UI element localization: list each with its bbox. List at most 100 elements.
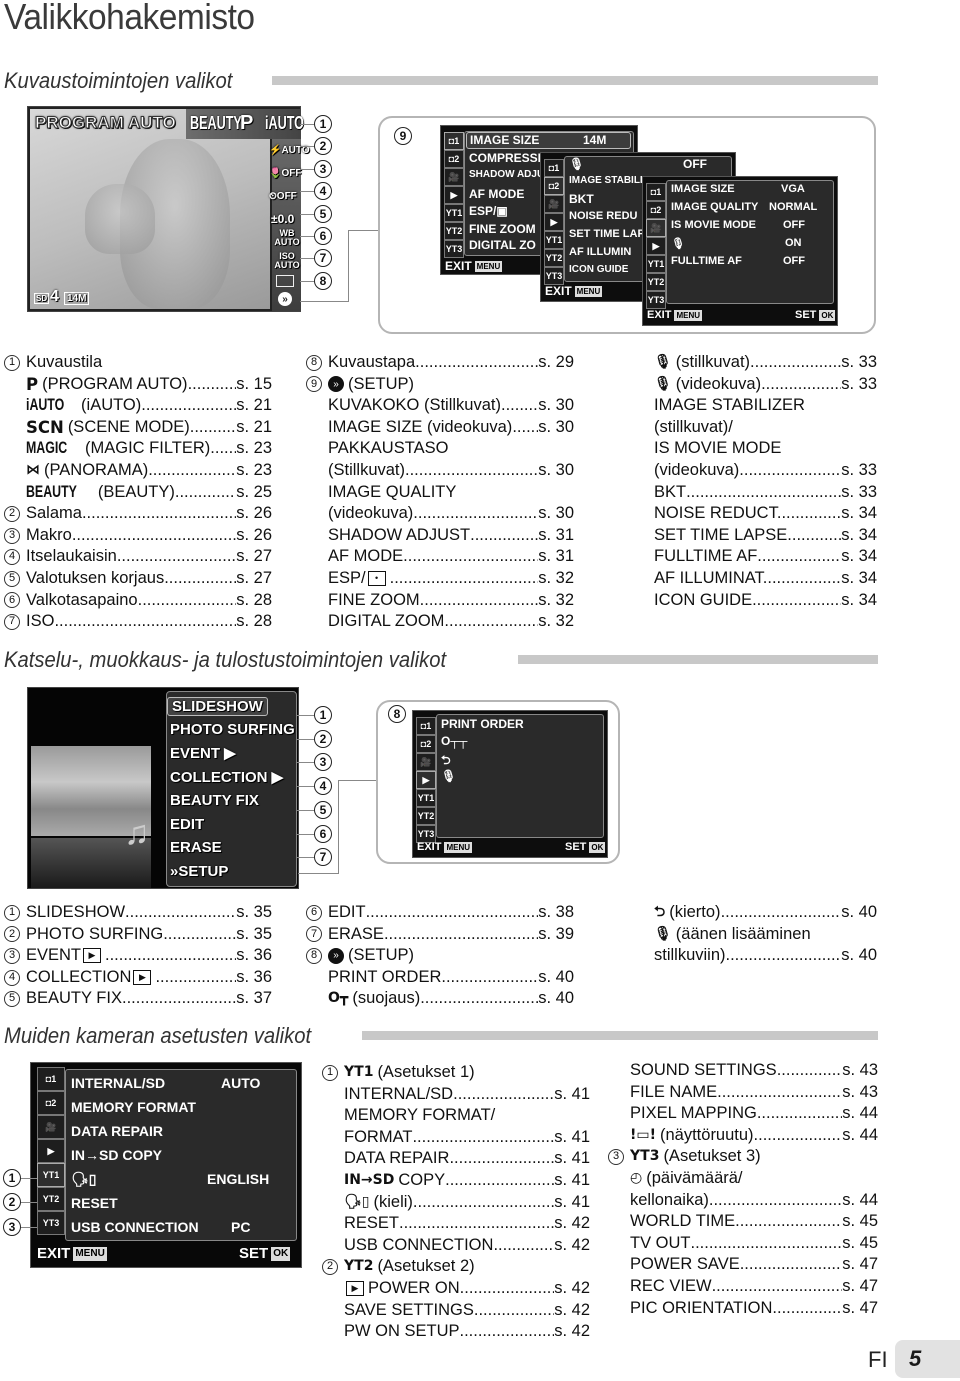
tab-settings-2[interactable]: YT2 [444,222,464,240]
page-reference[interactable]: s. 21 [236,395,272,417]
index-entry[interactable]: USB CONNECTION s. 42 [322,1235,590,1257]
playback-menu-item[interactable]: PHOTO SURFING [170,721,295,738]
page-reference[interactable]: s. 31 [538,546,574,568]
page-reference[interactable]: s. 36 [236,945,272,967]
page-reference[interactable]: s. 34 [841,590,877,612]
page-reference[interactable]: s. 28 [236,590,272,612]
index-entry[interactable]: SAVE SETTINGS s. 42 [322,1300,590,1322]
playback-menu-item[interactable]: COLLECTION ▶ [170,768,283,786]
menu-item-add-sound[interactable]: 🎙 [441,769,456,783]
page-reference[interactable]: s. 33 [841,460,877,482]
index-entry[interactable]: AF MODE s. 31 [306,546,574,568]
page-reference[interactable]: s. 26 [236,503,272,525]
tab-playback[interactable]: ▶ [416,771,436,789]
index-entry[interactable]: FINE ZOOM s. 32 [306,590,574,612]
page-reference[interactable]: s. 42 [554,1235,590,1257]
tab-shooting-2[interactable]: ◘2 [444,150,464,168]
index-entry[interactable]: ⋈(PANORAMA) s. 23 [4,460,272,482]
index-entry[interactable]: 2 Salama s. 26 [4,503,272,525]
index-entry[interactable]: PIC ORIENTATION s. 47 [608,1298,878,1320]
index-entry[interactable]: KUVAKOKO (Stillkuvat) s. 30 [306,395,574,417]
index-entry[interactable]: 1 SLIDESHOW s. 35 [4,902,272,924]
exposure-comp-setting[interactable]: ±0.0 [271,212,294,226]
page-reference[interactable]: s. 33 [841,352,877,374]
set-button[interactable]: SET OK [565,841,606,853]
index-entry[interactable]: 4 COLLECTION▶ s. 36 [4,967,272,989]
page-reference[interactable]: s. 43 [842,1060,878,1082]
index-entry[interactable]: 🎙 (äänen lisääminen [632,924,877,946]
tab-shooting-1[interactable]: ◘1 [416,717,436,735]
page-reference[interactable]: s. 33 [841,482,877,504]
index-entry[interactable]: SET TIME LAPSE s. 34 [632,525,877,547]
index-entry[interactable]: AF ILLUMINAT. s. 34 [632,568,877,590]
playback-menu-item[interactable]: EVENT ▶ [170,744,236,762]
white-balance-setting[interactable]: WB AUTO [274,229,300,247]
settings-menu-item[interactable]: MEMORY FORMAT [71,1099,296,1115]
index-entry[interactable]: 2 PHOTO SURFING s. 35 [4,924,272,946]
index-entry[interactable]: POWER SAVE s. 47 [608,1254,878,1276]
index-entry[interactable]: 🎙(stillkuvat) s. 33 [632,352,877,374]
index-entry[interactable]: MAGIC (MAGIC FILTER) s. 23 [4,438,272,460]
set-button[interactable]: SET OK [239,1245,291,1262]
menu-item-icon-guide[interactable]: ICON GUIDE [569,264,628,275]
index-entry[interactable]: 🎙(videokuva) s. 33 [632,374,877,396]
page-reference[interactable]: s. 26 [236,525,272,547]
page-reference[interactable]: s. 23 [236,460,272,482]
page-reference[interactable]: s. 29 [538,352,574,374]
settings-menu-item[interactable]: USB CONNECTION PC [71,1219,296,1235]
index-entry[interactable]: FORMAT s. 41 [322,1127,590,1149]
menu-item-image-stabilizer[interactable]: IMAGE STABILD [569,175,647,186]
tab-playback[interactable]: ▶ [37,1139,65,1163]
page-reference[interactable]: s. 32 [538,568,574,590]
iso-setting[interactable]: ISO AUTO [274,252,300,270]
macro-setting[interactable]: 🌷OFF [269,168,301,179]
playback-menu-item[interactable]: ERASE [170,839,222,856]
page-reference[interactable]: s. 41 [554,1148,590,1170]
index-entry[interactable]: 3 Makro s. 26 [4,525,272,547]
page-reference[interactable]: s. 30 [538,460,574,482]
menu-item-image-size[interactable]: IMAGE SIZE 14M [466,132,631,149]
page-reference[interactable]: s. 25 [236,482,272,504]
menu-item-esp[interactable]: ESP/▣ [469,204,508,218]
menu-item-set-time-lapse[interactable]: SET TIME LAF [569,228,644,240]
index-entry[interactable]: 🗣▯(kieli) s. 41 [322,1192,590,1214]
index-entry[interactable]: 9 » (SETUP) [306,374,574,396]
index-entry[interactable]: 5 Valotuksen korjaus s. 27 [4,568,272,590]
menu-item-fulltime-af[interactable]: FULLTIME AF OFF [671,255,805,267]
page-reference[interactable]: s. 44 [842,1103,878,1125]
page-reference[interactable]: s. 32 [538,611,574,633]
index-entry[interactable]: PW ON SETUP s. 42 [322,1321,590,1343]
page-reference[interactable]: s. 28 [236,611,272,633]
page-reference[interactable]: s. 40 [538,967,574,989]
page-reference[interactable]: s. 33 [841,374,877,396]
playback-menu-item[interactable]: »SETUP [170,863,228,880]
set-button[interactable]: SET OK [795,309,836,321]
page-reference[interactable]: s. 40 [841,902,877,924]
index-entry[interactable]: (videokuva) s. 33 [632,460,877,482]
page-reference[interactable]: s. 41 [554,1084,590,1106]
settings-menu-item[interactable]: RESET [71,1195,296,1211]
exit-button[interactable]: EXIT MENU [445,259,503,273]
index-entry[interactable]: BEAUTY (BEAUTY) s. 25 [4,482,272,504]
tab-settings-3[interactable]: YT3 [37,1211,65,1235]
menu-item-image-quality[interactable]: IMAGE QUALITY NORMAL [671,201,817,213]
index-entry[interactable]: ◴ (päivämäärä/ [608,1168,878,1190]
index-entry[interactable]: ▶POWER ON s. 42 [322,1278,590,1300]
exit-button[interactable]: EXIT MENU [647,309,703,321]
index-entry[interactable]: PIXEL MAPPING s. 44 [608,1103,878,1125]
page-reference[interactable]: s. 27 [236,568,272,590]
index-entry[interactable]: PRINT ORDER s. 40 [306,967,574,989]
menu-item-is-movie-mode[interactable]: IS MOVIE MODE OFF [671,219,805,231]
index-entry[interactable]: FILE NAME s. 43 [608,1082,878,1104]
index-entry[interactable]: REC VIEW s. 47 [608,1276,878,1298]
index-entry[interactable]: INTERNAL/SD s. 41 [322,1084,590,1106]
index-entry[interactable]: BKT s. 33 [632,482,877,504]
tab-settings-2[interactable]: YT2 [37,1187,65,1211]
tab-settings-1[interactable]: YT1 [646,255,666,273]
tab-settings-3[interactable]: YT3 [544,267,564,285]
settings-menu-item[interactable]: 🗣▯ ENGLISH [71,1171,296,1188]
menu-item-fine-zoom[interactable]: FINE ZOOM [469,222,536,236]
index-entry[interactable]: ICON GUIDE s. 34 [632,590,877,612]
index-entry[interactable]: NOISE REDUCT. s. 34 [632,503,877,525]
index-entry[interactable]: iAUTO (iAUTO) s. 21 [4,395,272,417]
